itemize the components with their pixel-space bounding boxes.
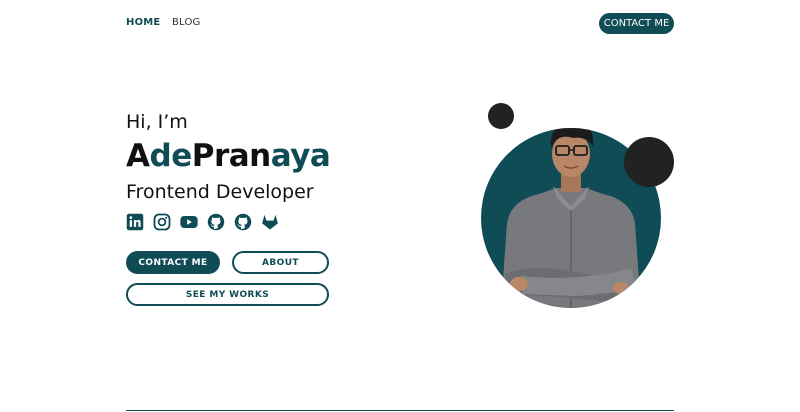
- nav-link-blog[interactable]: BLOG: [172, 17, 201, 28]
- linkedin-icon[interactable]: [126, 213, 144, 231]
- decorative-dot-large: [624, 137, 674, 187]
- decorative-dot-small: [488, 103, 514, 129]
- hero-name-part: A: [126, 138, 150, 174]
- instagram-icon[interactable]: [153, 213, 171, 231]
- about-button[interactable]: ABOUT: [232, 251, 329, 274]
- see-my-works-button[interactable]: SEE MY WORKS: [126, 283, 329, 306]
- hero-role: Frontend Developer: [126, 181, 314, 203]
- github-icon[interactable]: [234, 213, 252, 231]
- gitlab-icon[interactable]: [261, 213, 279, 231]
- social-links: [126, 213, 279, 231]
- nav-link-home[interactable]: HOME: [126, 17, 160, 28]
- contact-me-button[interactable]: CONTACT ME: [126, 251, 220, 274]
- hero-name-part-accent: de: [149, 138, 193, 174]
- hero-name-part: Pran: [191, 138, 272, 174]
- hero-greeting: Hi, I’m: [126, 111, 188, 133]
- github-icon[interactable]: [207, 213, 225, 231]
- hero-name: AdePranaya: [126, 138, 331, 174]
- section-divider: [126, 410, 674, 411]
- hero-name-part-accent: aya: [270, 138, 331, 174]
- youtube-icon[interactable]: [180, 213, 198, 231]
- nav-contact-button[interactable]: CONTACT ME: [599, 13, 674, 34]
